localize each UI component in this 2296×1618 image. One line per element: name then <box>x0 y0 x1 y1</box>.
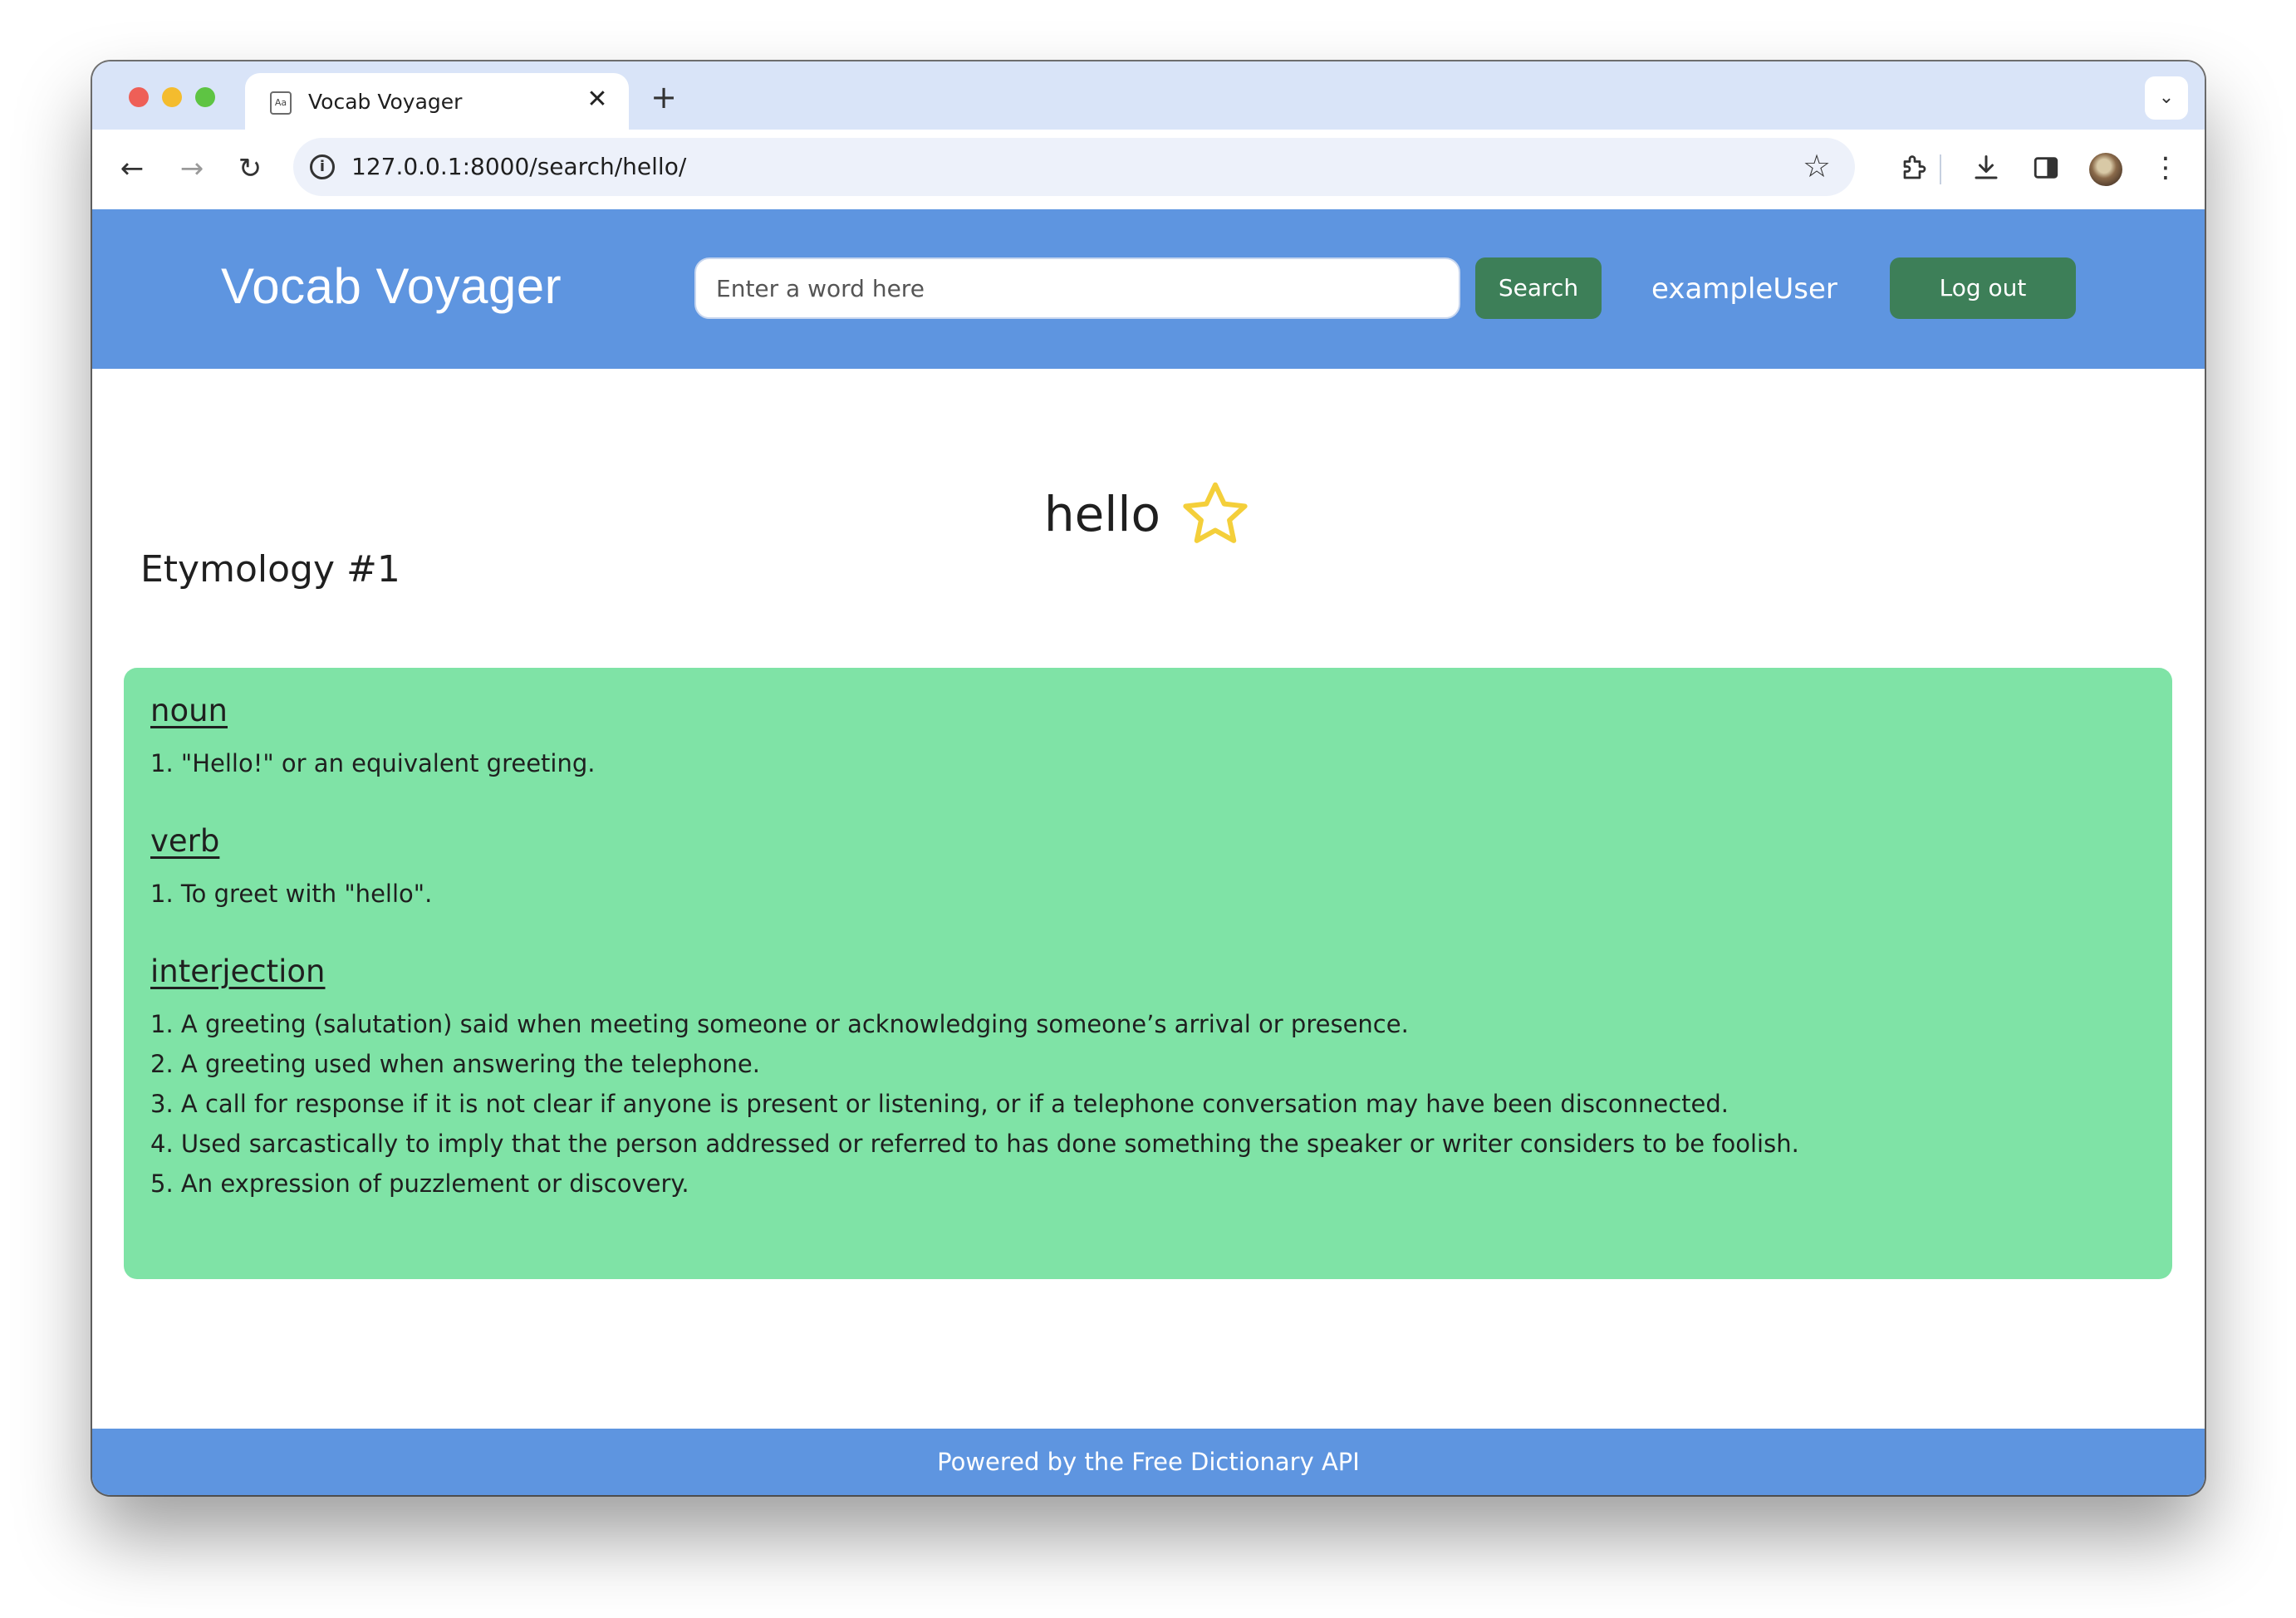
active-tab[interactable]: Aa Vocab Voyager ✕ <box>245 73 629 130</box>
toolbar-divider <box>1940 154 1941 184</box>
pos-section-noun: noun 1. "Hello!" or an equivalent greeti… <box>150 693 2146 783</box>
tab-strip: Aa Vocab Voyager ✕ + ⌄ <box>92 61 2205 130</box>
site-header: Vocab Voyager Search exampleUser Log out <box>92 209 2205 369</box>
site-brand[interactable]: Vocab Voyager <box>221 257 562 315</box>
username-link[interactable]: exampleUser <box>1651 272 1837 306</box>
forward-arrow-icon[interactable]: → <box>172 150 212 189</box>
word-heading: hello <box>92 477 2205 560</box>
definition-item: 1. To greet with "hello". <box>150 880 433 908</box>
tab-search-chevron-icon[interactable]: ⌄ <box>2145 76 2188 120</box>
definition-list: 1. To greet with "hello". <box>150 874 2146 914</box>
part-of-speech-label: verb <box>150 823 220 859</box>
definition-item: 2. A greeting used when answering the te… <box>150 1050 760 1078</box>
definition-item: 4. Used sarcastically to imply that the … <box>150 1130 1799 1158</box>
favicon-icon: Aa <box>270 91 292 115</box>
part-of-speech-label: noun <box>150 693 228 728</box>
close-tab-icon[interactable]: ✕ <box>582 85 612 115</box>
url-text[interactable]: 127.0.0.1:8000/search/hello/ <box>351 153 686 180</box>
etymology-heading: Etymology #1 <box>140 548 400 591</box>
new-tab-icon[interactable]: + <box>647 81 680 115</box>
download-icon[interactable] <box>1966 148 2006 188</box>
search-button[interactable]: Search <box>1475 257 1602 319</box>
word-title: hello <box>1043 486 1161 542</box>
browser-window: Aa Vocab Voyager ✕ + ⌄ ← → ↻ i 127.0.0.1… <box>92 61 2205 1495</box>
site-info-icon[interactable]: i <box>310 154 335 179</box>
back-arrow-icon[interactable]: ← <box>112 150 152 189</box>
address-bar[interactable]: i 127.0.0.1:8000/search/hello/ ☆ <box>293 138 1855 196</box>
minimize-window-button[interactable] <box>162 87 182 107</box>
browser-toolbar: ← → ↻ i 127.0.0.1:8000/search/hello/ ☆ ⋮ <box>92 130 2205 209</box>
profile-avatar[interactable] <box>2089 153 2122 186</box>
definition-item: 3. A call for response if it is not clea… <box>150 1090 1729 1118</box>
pos-section-verb: verb 1. To greet with "hello". <box>150 823 2146 914</box>
maximize-window-button[interactable] <box>195 87 215 107</box>
favorite-star-icon[interactable] <box>1178 477 1253 552</box>
definition-item: 1. "Hello!" or an equivalent greeting. <box>150 749 596 777</box>
definition-list: 1. A greeting (salutation) said when mee… <box>150 1004 2146 1204</box>
word-search-input[interactable] <box>694 257 1460 319</box>
bookmark-star-icon[interactable]: ☆ <box>1798 148 1835 184</box>
pos-section-interjection: interjection 1. A greeting (salutation) … <box>150 954 2146 1204</box>
side-panel-icon[interactable] <box>2026 148 2066 188</box>
more-menu-icon[interactable]: ⋮ <box>2146 148 2186 188</box>
definition-list: 1. "Hello!" or an equivalent greeting. <box>150 743 2146 783</box>
part-of-speech-label: interjection <box>150 954 326 989</box>
logout-button[interactable]: Log out <box>1890 257 2076 319</box>
site-footer: Powered by the Free Dictionary API <box>92 1429 2205 1495</box>
definitions-card: noun 1. "Hello!" or an equivalent greeti… <box>124 668 2172 1279</box>
close-window-button[interactable] <box>129 87 149 107</box>
definition-item: 1. A greeting (salutation) said when mee… <box>150 1010 1409 1038</box>
definition-item: 5. An expression of puzzlement or discov… <box>150 1169 689 1198</box>
tab-title: Vocab Voyager <box>308 90 463 114</box>
extensions-icon[interactable] <box>1895 148 1935 188</box>
reload-icon[interactable]: ↻ <box>230 150 270 189</box>
